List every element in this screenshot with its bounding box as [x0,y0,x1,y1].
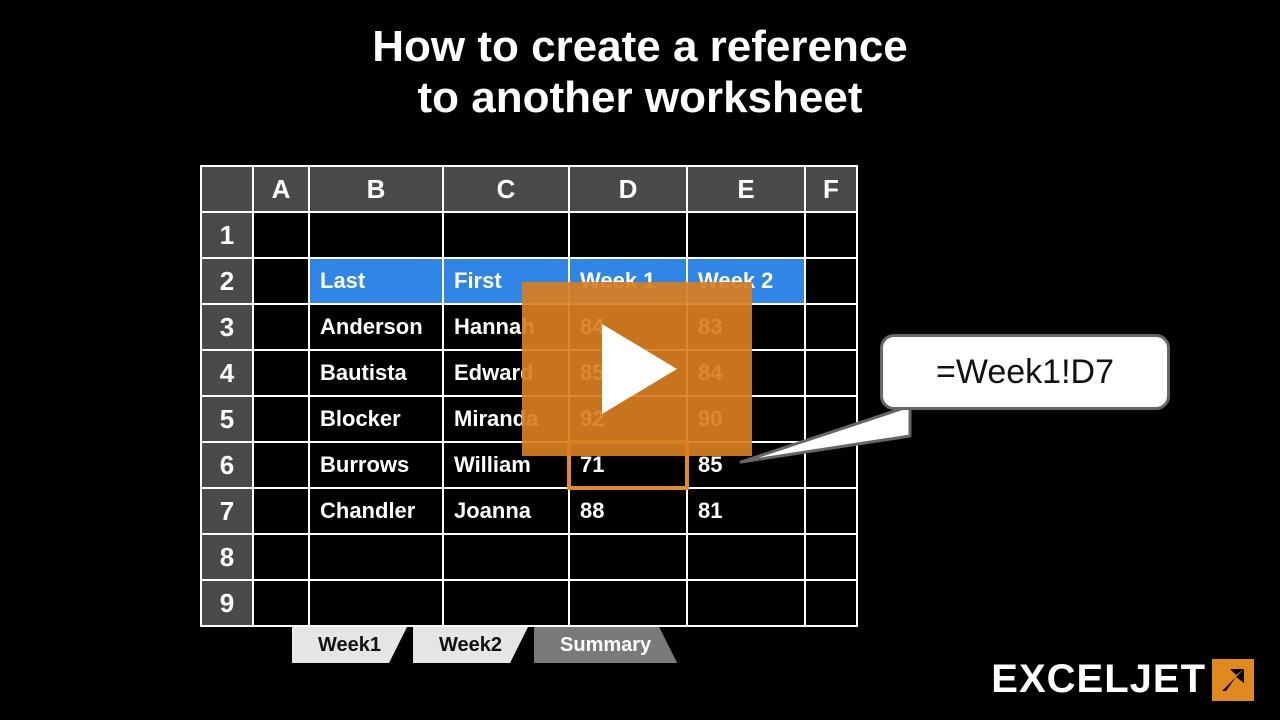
formula-callout: =Week1!D7 [880,334,1170,410]
cell[interactable] [253,396,309,442]
cell[interactable] [443,580,569,626]
row-header-9[interactable]: 9 [201,580,253,626]
cell-last[interactable]: Chandler [309,488,443,534]
cell-last[interactable]: Bautista [309,350,443,396]
cell[interactable] [687,212,805,258]
col-header-f[interactable]: F [805,166,857,212]
row-header-5[interactable]: 5 [201,396,253,442]
tab-week1[interactable]: Week1 [292,627,407,663]
cell[interactable] [443,212,569,258]
col-header-d[interactable]: D [569,166,687,212]
cell[interactable] [253,488,309,534]
cell-week2[interactable]: 81 [687,488,805,534]
cell[interactable] [253,534,309,580]
select-all-corner[interactable] [201,166,253,212]
row-header-3[interactable]: 3 [201,304,253,350]
sheet-tabs: Week1 Week2 Summary [292,627,858,663]
row-header-4[interactable]: 4 [201,350,253,396]
col-header-e[interactable]: E [687,166,805,212]
col-header-c[interactable]: C [443,166,569,212]
cell[interactable] [687,534,805,580]
col-header-b[interactable]: B [309,166,443,212]
cell[interactable] [253,350,309,396]
cell-last[interactable]: Burrows [309,442,443,488]
cell[interactable] [805,350,857,396]
header-last[interactable]: Last [309,258,443,304]
cell[interactable] [253,304,309,350]
title-line-1: How to create a reference [372,22,908,71]
title-line-2: to another worksheet [418,73,863,122]
formula-text: =Week1!D7 [936,353,1114,392]
cell[interactable] [253,258,309,304]
cell-last[interactable]: Anderson [309,304,443,350]
cell[interactable] [805,534,857,580]
cell[interactable] [805,580,857,626]
brand-text: EXCELJET [991,657,1206,702]
cell-last[interactable]: Blocker [309,396,443,442]
play-button[interactable] [522,282,752,456]
brand-arrow-icon [1212,659,1254,701]
cell[interactable] [569,534,687,580]
cell-first[interactable]: Joanna [443,488,569,534]
play-icon [592,319,682,419]
cell[interactable] [569,580,687,626]
cell[interactable] [805,304,857,350]
col-header-a[interactable]: A [253,166,309,212]
cell[interactable] [687,580,805,626]
row-header-1[interactable]: 1 [201,212,253,258]
cell[interactable] [309,534,443,580]
cell[interactable] [805,488,857,534]
row-header-7[interactable]: 7 [201,488,253,534]
cell[interactable] [253,442,309,488]
callout-pointer [735,400,915,480]
row-header-6[interactable]: 6 [201,442,253,488]
cell[interactable] [309,580,443,626]
page-title: How to create a reference to another wor… [0,0,1280,123]
cell[interactable] [805,258,857,304]
tab-week2[interactable]: Week2 [413,627,528,663]
row-header-2[interactable]: 2 [201,258,253,304]
cell[interactable] [443,534,569,580]
brand-logo: EXCELJET [991,657,1254,702]
cell[interactable] [569,212,687,258]
cell[interactable] [805,212,857,258]
cell[interactable] [253,580,309,626]
cell-week1[interactable]: 88 [569,488,687,534]
tab-summary[interactable]: Summary [534,627,677,663]
row-header-8[interactable]: 8 [201,534,253,580]
cell[interactable] [309,212,443,258]
cell[interactable] [253,212,309,258]
